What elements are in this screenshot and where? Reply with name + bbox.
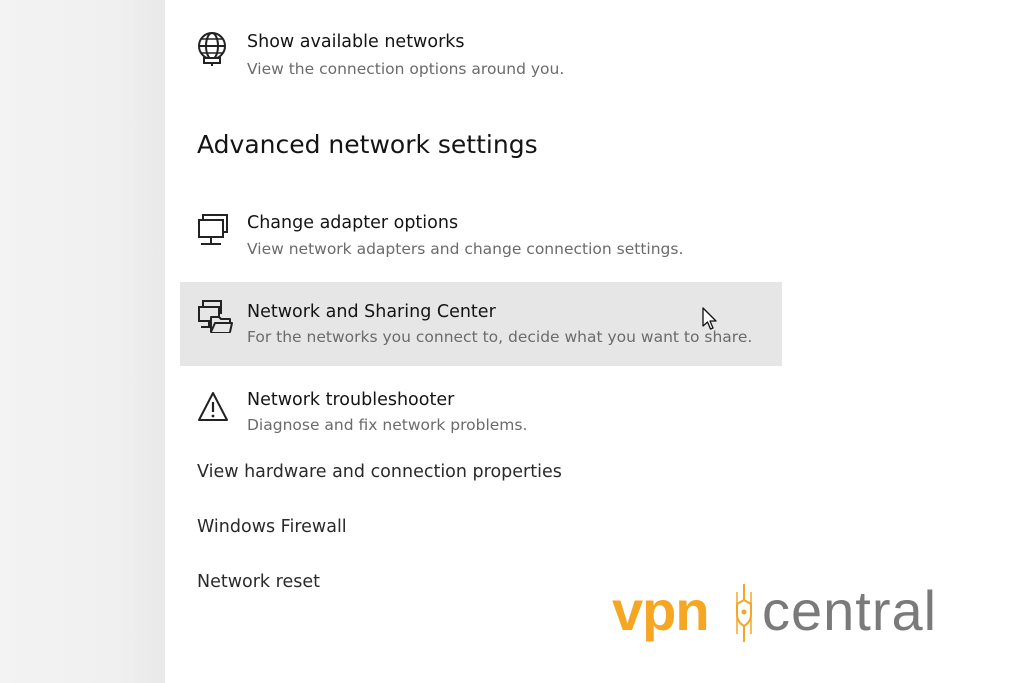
item-description: Diagnose and fix network problems. <box>247 416 528 434</box>
watermark-vpn-text: vpn <box>612 579 710 642</box>
monitor-network-icon <box>197 213 229 249</box>
section-heading: Advanced network settings <box>197 130 538 159</box>
item-description: View network adapters and change connect… <box>247 240 684 258</box>
view-hardware-properties-link[interactable]: View hardware and connection properties <box>197 462 562 482</box>
globe-network-icon <box>197 20 229 66</box>
change-adapter-options-item[interactable]: Change adapter options View network adap… <box>180 200 782 284</box>
item-description: View the connection options around you. <box>247 60 565 78</box>
show-available-networks-item[interactable]: Show available networks View the connect… <box>180 20 782 104</box>
item-title: Network troubleshooter <box>247 390 455 410</box>
windows-firewall-link[interactable]: Windows Firewall <box>197 517 347 537</box>
network-troubleshooter-item[interactable]: Network troubleshooter Diagnose and fix … <box>180 380 782 464</box>
item-description: For the networks you connect to, decide … <box>247 328 753 346</box>
item-title: Show available networks <box>247 32 465 52</box>
shield-icon <box>731 582 757 644</box>
item-title: Change adapter options <box>247 213 459 233</box>
warning-icon <box>197 390 229 426</box>
network-reset-link[interactable]: Network reset <box>197 572 320 592</box>
watermark-central-text: central <box>762 579 938 642</box>
mouse-cursor-icon <box>702 307 718 331</box>
left-navigation-pane <box>0 0 165 683</box>
item-title: Network and Sharing Center <box>247 302 496 322</box>
network-sharing-icon <box>197 299 233 335</box>
network-sharing-center-item[interactable]: Network and Sharing Center For the netwo… <box>180 282 782 366</box>
